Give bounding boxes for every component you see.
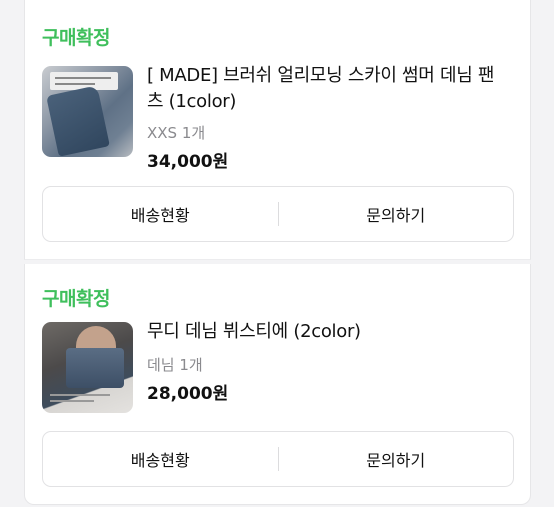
denim-bustier-image <box>66 348 124 388</box>
shipping-status-button[interactable]: 배송현황 <box>43 187 278 241</box>
order-card: 구매확정 무디 데님 뷔스티에 (2color) 데님 1개 28,000원 배… <box>24 264 531 505</box>
product-title[interactable]: [ MADE] 브러쉬 얼리모닝 스카이 썸머 데님 팬츠 (1color) <box>147 63 507 115</box>
order-actions: 배송현황 문의하기 <box>42 186 514 242</box>
order-actions: 배송현황 문의하기 <box>42 431 514 487</box>
product-option: 데님 1개 <box>147 356 203 374</box>
denim-pants-image <box>46 85 110 157</box>
inquiry-button[interactable]: 문의하기 <box>279 432 514 486</box>
order-card: 구매확정 [ MADE] 브러쉬 얼리모닝 스카이 썸머 데님 팬츠 (1col… <box>24 0 531 260</box>
product-price: 34,000원 <box>147 152 229 172</box>
inquiry-button[interactable]: 문의하기 <box>279 187 514 241</box>
order-status: 구매확정 <box>42 288 110 310</box>
shipping-status-button[interactable]: 배송현황 <box>43 432 278 486</box>
order-list: 구매확정 [ MADE] 브러쉬 얼리모닝 스카이 썸머 데님 팬츠 (1col… <box>24 0 531 507</box>
product-thumbnail[interactable] <box>42 322 133 413</box>
caption-line <box>50 400 94 402</box>
product-price: 28,000원 <box>147 384 229 404</box>
product-option: XXS 1개 <box>147 124 206 142</box>
product-thumbnail[interactable] <box>42 66 133 157</box>
caption-line <box>50 394 110 396</box>
product-title[interactable]: 무디 데님 뷔스티에 (2color) <box>147 319 507 345</box>
order-status: 구매확정 <box>42 27 110 49</box>
